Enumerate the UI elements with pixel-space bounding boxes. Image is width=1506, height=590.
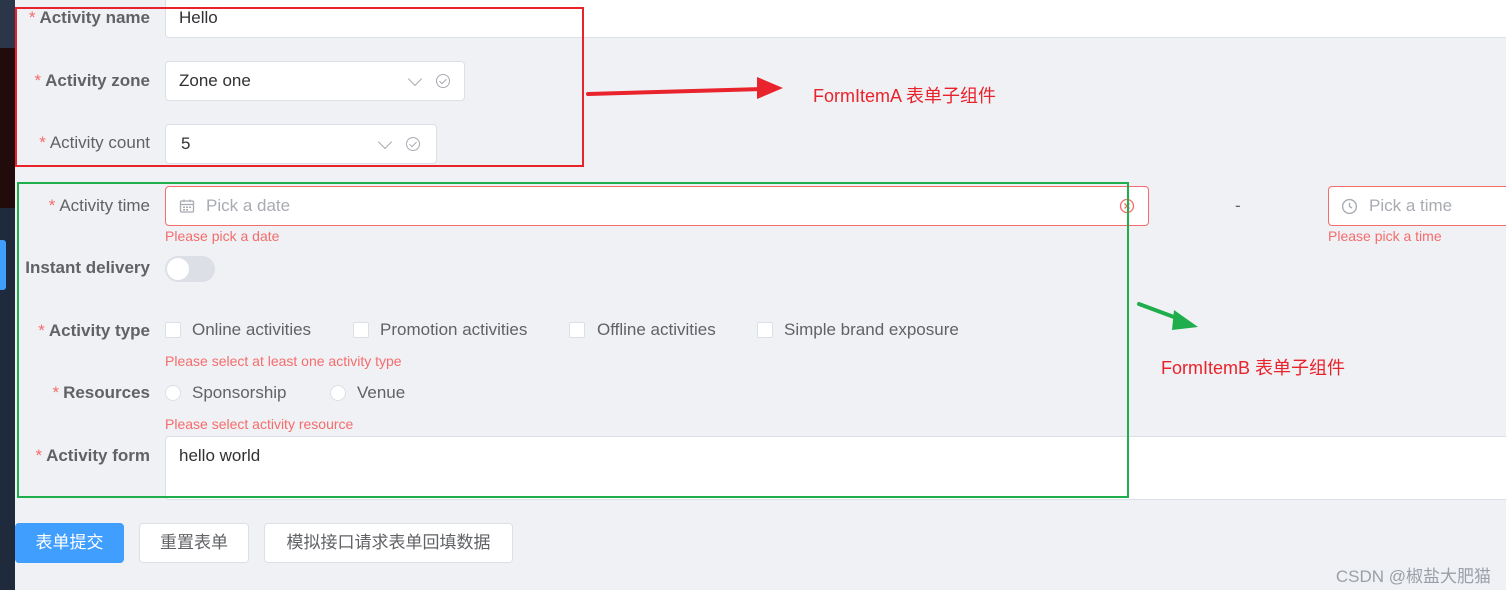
watermark-text: CSDN @椒盐大肥猫 — [1335, 567, 1491, 586]
time-error-text: Please pick a time — [1328, 228, 1442, 244]
clock-icon — [1341, 198, 1358, 215]
time-picker-input[interactable]: Pick a time — [1328, 186, 1506, 226]
submit-button[interactable]: 表单提交 — [15, 523, 124, 563]
annotation-box-formitem-a — [15, 7, 584, 167]
green-arrow-icon — [1137, 302, 1198, 330]
sidebar-strip — [0, 0, 15, 590]
annotation-box-formitem-b — [17, 182, 1129, 498]
reset-button[interactable]: 重置表单 — [139, 523, 249, 563]
sidebar-dark-band — [0, 48, 15, 208]
sidebar-active-marker — [0, 240, 6, 290]
annotation-label-a: FormItemA 表单子组件 — [813, 86, 997, 106]
red-arrow-icon — [586, 77, 783, 99]
sidebar-top-band — [0, 0, 15, 48]
annotation-label-b: FormItemB 表单子组件 — [1161, 358, 1346, 378]
mock-request-button[interactable]: 模拟接口请求表单回填数据 — [264, 523, 513, 563]
date-time-separator: - — [1235, 196, 1241, 215]
